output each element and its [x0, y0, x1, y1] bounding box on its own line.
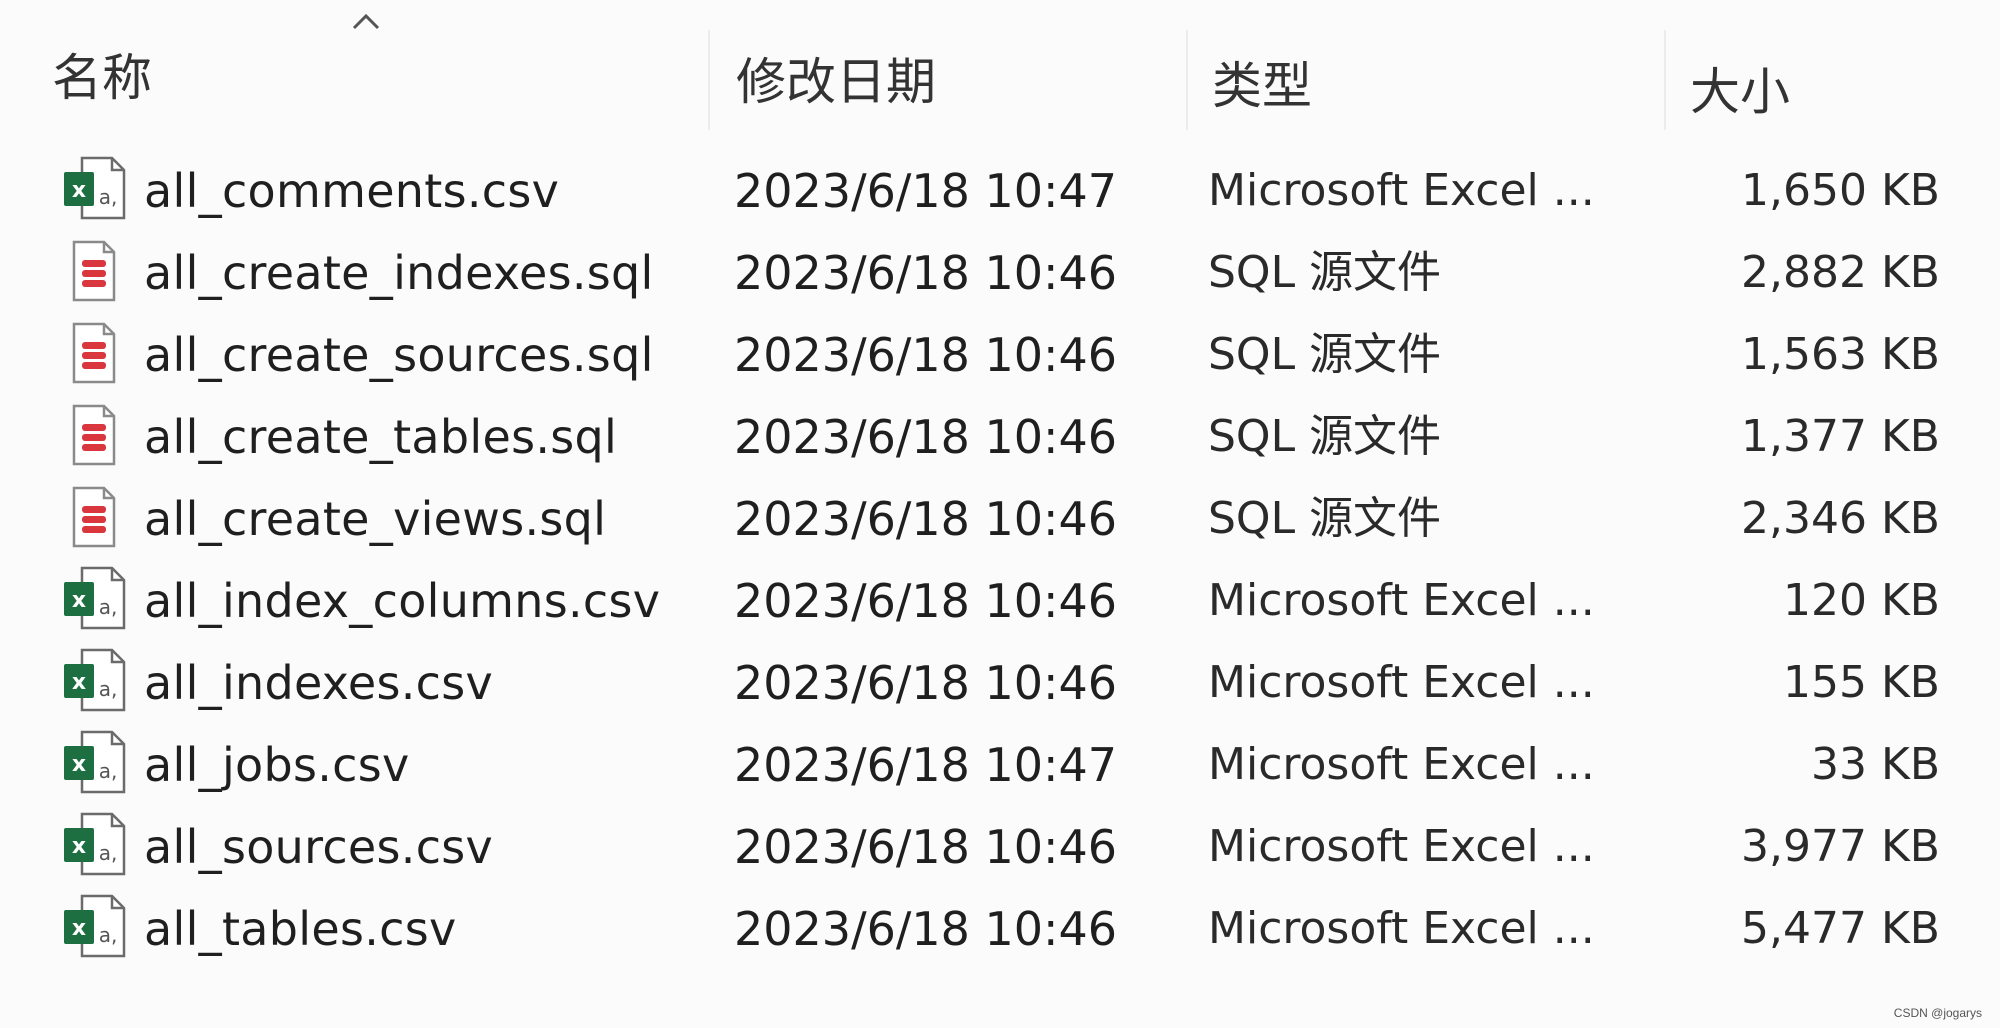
file-modified-date: 2023/6/18 10:46 [734, 492, 1118, 546]
file-modified-date: 2023/6/18 10:46 [734, 574, 1118, 628]
file-modified-date: 2023/6/18 10:46 [734, 410, 1118, 464]
column-divider[interactable] [1186, 30, 1188, 130]
file-row[interactable]: all_create_tables.sql 2023/6/18 10:46 SQL … [0, 396, 2000, 478]
watermark: CSDN @jogarys [1893, 1006, 1982, 1020]
file-name: all_indexes.csv [144, 656, 494, 710]
svg-text:a,: a, [99, 185, 118, 209]
column-header-date[interactable]: 修改日期 [736, 42, 936, 122]
file-row[interactable]: all_create_indexes.sql 2023/6/18 10:46 SQL… [0, 232, 2000, 314]
file-modified-date: 2023/6/18 10:46 [734, 902, 1118, 956]
file-name: all_create_tables.sql [144, 410, 618, 464]
file-type: SQL 源文件 [1208, 493, 1442, 544]
svg-text:a,: a, [99, 595, 118, 619]
file-size: 2,882 KB [1741, 247, 1940, 298]
file-row[interactable]: x a, all_comments.csv 2023/6/18 10:47 Micr… [0, 150, 2000, 232]
file-name: all_sources.csv [144, 820, 494, 874]
file-type: Microsoft Excel ... [1208, 821, 1595, 872]
svg-text:x: x [72, 670, 86, 695]
file-row[interactable]: x a, all_indexes.csv 2023/6/18 10:46 Micro… [0, 642, 2000, 724]
column-header-type[interactable]: 类型 [1212, 46, 1312, 126]
file-explorer-list: 名称 修改日期 类型 大小 x a, all_comments.csv 2023/… [0, 0, 2000, 1028]
file-row[interactable]: x a, all_index_columns.csv 2023/6/18 10:4… [0, 560, 2000, 642]
file-list: x a, all_comments.csv 2023/6/18 10:47 Micr… [0, 150, 2000, 970]
column-divider[interactable] [708, 30, 710, 130]
file-type: Microsoft Excel ... [1208, 657, 1595, 708]
file-row[interactable]: x a, all_jobs.csv 2023/6/18 10:47 Microsof… [0, 724, 2000, 806]
file-size: 1,563 KB [1741, 329, 1940, 380]
file-type: SQL 源文件 [1208, 247, 1442, 298]
file-size: 2,346 KB [1741, 493, 1940, 544]
excel-csv-icon: x a, [60, 728, 128, 798]
svg-text:a,: a, [99, 677, 118, 701]
svg-text:a,: a, [99, 759, 118, 783]
file-type: SQL 源文件 [1208, 411, 1442, 462]
file-row[interactable]: x a, all_tables.csv 2023/6/18 10:46 Micros… [0, 888, 2000, 970]
file-type: Microsoft Excel ... [1208, 165, 1595, 216]
svg-text:a,: a, [99, 841, 118, 865]
excel-csv-icon: x a, [60, 646, 128, 716]
file-name: all_jobs.csv [144, 738, 410, 792]
file-name: all_create_sources.sql [144, 328, 654, 382]
file-modified-date: 2023/6/18 10:46 [734, 246, 1118, 300]
file-type: SQL 源文件 [1208, 329, 1442, 380]
file-name: all_create_views.sql [144, 492, 607, 546]
svg-text:a,: a, [99, 923, 118, 947]
file-row[interactable]: x a, all_sources.csv 2023/6/18 10:46 Micro… [0, 806, 2000, 888]
svg-text:x: x [72, 834, 86, 859]
svg-text:x: x [72, 178, 86, 203]
file-row[interactable]: all_create_views.sql 2023/6/18 10:46 SQL 源… [0, 478, 2000, 560]
file-type: Microsoft Excel ... [1208, 739, 1595, 790]
file-modified-date: 2023/6/18 10:46 [734, 656, 1118, 710]
sql-file-icon [60, 318, 128, 388]
file-modified-date: 2023/6/18 10:46 [734, 820, 1118, 874]
file-name: all_create_indexes.sql [144, 246, 654, 300]
file-size: 5,477 KB [1741, 903, 1940, 954]
file-modified-date: 2023/6/18 10:46 [734, 328, 1118, 382]
svg-text:x: x [72, 752, 86, 777]
sql-file-icon [60, 482, 128, 552]
file-name: all_tables.csv [144, 902, 457, 956]
column-header-name[interactable]: 名称 [52, 38, 152, 118]
file-modified-date: 2023/6/18 10:47 [734, 738, 1118, 792]
column-header-size[interactable]: 大小 [1690, 52, 1790, 132]
file-size: 120 KB [1782, 575, 1940, 626]
column-divider[interactable] [1664, 30, 1666, 130]
sql-file-icon [60, 400, 128, 470]
excel-csv-icon: x a, [60, 154, 128, 224]
file-name: all_comments.csv [144, 164, 560, 218]
sort-ascending-icon [352, 13, 380, 30]
file-size: 1,377 KB [1741, 411, 1940, 462]
excel-csv-icon: x a, [60, 810, 128, 880]
svg-text:x: x [72, 588, 86, 613]
file-type: Microsoft Excel ... [1208, 575, 1595, 626]
excel-csv-icon: x a, [60, 564, 128, 634]
svg-text:x: x [72, 916, 86, 941]
file-type: Microsoft Excel ... [1208, 903, 1595, 954]
file-size: 3,977 KB [1741, 821, 1940, 872]
file-name: all_index_columns.csv [144, 574, 661, 628]
file-size: 1,650 KB [1741, 165, 1940, 216]
file-modified-date: 2023/6/18 10:47 [734, 164, 1118, 218]
excel-csv-icon: x a, [60, 892, 128, 962]
file-size: 155 KB [1782, 657, 1940, 708]
file-row[interactable]: all_create_sources.sql 2023/6/18 10:46 SQL… [0, 314, 2000, 396]
file-size: 33 KB [1810, 739, 1940, 790]
sql-file-icon [60, 236, 128, 306]
column-header-bar: 名称 修改日期 类型 大小 [0, 0, 2000, 130]
